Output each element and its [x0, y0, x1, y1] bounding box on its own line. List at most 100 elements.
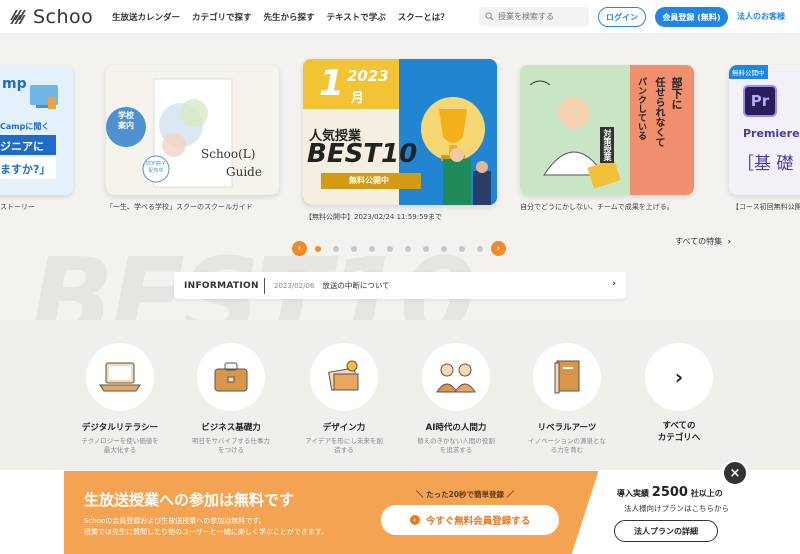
chevron-right-icon: ›: [674, 365, 684, 389]
logo-text: Schoo: [33, 5, 94, 28]
nav-text-learning[interactable]: テキストで学ぶ: [327, 11, 386, 23]
card3-ribbon: 無料公開中: [349, 176, 389, 185]
card4-v1: 部下に: [670, 77, 683, 110]
logo[interactable]: Schoo: [10, 6, 102, 28]
category-icon-circle: [533, 343, 601, 411]
category-desc: アイデアを形にし未来を創 造する: [305, 437, 383, 454]
feature-card-3[interactable]: 1 2023 月 人気授業 BEST10 無料公開中: [303, 59, 497, 205]
card1-line1: Campに聞く: [0, 122, 50, 131]
header: Schoo 生放送カレンダー カテゴリで探す 先生から探す テキストで学ぶ スク…: [0, 0, 800, 34]
corporate-sub: 法人様向けプランはこちらから: [624, 504, 729, 513]
card4-v3: パンクしている: [636, 77, 646, 140]
book-icon: [554, 360, 580, 394]
card5-free-badge: 無料公開中: [729, 65, 768, 79]
card2-title2: Guide: [226, 165, 262, 179]
chevron-right-icon: ›: [612, 279, 616, 289]
card1-caption[interactable]: ストーリー: [0, 202, 35, 212]
carousel-dot[interactable]: [369, 245, 375, 252]
information-date: 2023/02/06: [274, 281, 315, 290]
category-icon-circle: [86, 343, 154, 411]
carousel-dot[interactable]: [315, 245, 321, 252]
category-desc: テクノロジーを使い価値を 最大化する: [81, 437, 159, 454]
carousel-dots: [309, 245, 489, 252]
login-button[interactable]: ログイン: [598, 7, 646, 27]
card1-line2: ジニアに: [0, 140, 44, 153]
carousel-next-button[interactable]: ›: [491, 241, 506, 256]
category-title: デジタルリテラシー: [81, 423, 159, 433]
category-all[interactable]: › すべての カテゴリへ: [624, 343, 734, 445]
corporate-link[interactable]: 法人のお客様: [737, 11, 785, 22]
card2-title1: Schoo(L): [201, 147, 256, 161]
briefcase-icon: [214, 362, 248, 392]
banner-note: ＼ たった20秒で簡単登録 ／: [416, 490, 515, 499]
carousel-dot[interactable]: [405, 245, 411, 252]
category-ai-humanity[interactable]: AI時代の人間力 替えのきかない人間の役割 を追求する: [401, 343, 511, 455]
information-text: 放送の中断について: [322, 281, 390, 290]
close-banner-button[interactable]: ×: [722, 460, 748, 486]
card3-caption[interactable]: 【無料公開中】2023/02/24 11:59:59まで: [305, 212, 442, 222]
search-icon: [485, 12, 494, 21]
card3-year: 2023: [347, 67, 389, 85]
nav-category-search[interactable]: カテゴリで探す: [192, 11, 252, 23]
category-title: リベラルアーツ: [537, 423, 597, 433]
information-bar[interactable]: INFORMATION 2023/02/06 放送の中断について ›: [174, 272, 626, 299]
search-input[interactable]: [498, 12, 583, 21]
chevron-right-icon: ›: [727, 237, 731, 246]
category-business-basics[interactable]: ビジネス基礎力 明日をサバイブする仕事力 をつける: [176, 343, 286, 455]
free-signup-label: 今すぐ無料会員登録する: [425, 516, 531, 527]
category-title: デザイン力: [322, 423, 366, 433]
category-digital-literacy[interactable]: デジタルリテラシー テクノロジーを使い価値を 最大化する: [65, 343, 175, 455]
feature-card-4[interactable]: 部下に 任せられなくて パンクしている 対策授業: [520, 65, 694, 195]
nav-about-schoo[interactable]: スクーとは？: [398, 11, 449, 23]
carousel-prev-button[interactable]: ‹: [292, 241, 307, 256]
all-features-link[interactable]: すべての特集 ›: [675, 236, 731, 247]
people-icon: [436, 363, 476, 393]
card2-caption[interactable]: 「一生、学べる学校」スクーのスクールガイド: [106, 202, 253, 212]
category-title: すべての カテゴリへ: [657, 421, 701, 443]
free-signup-button[interactable]: › 今すぐ無料会員登録する: [381, 505, 559, 535]
card3-best-word: BEST: [307, 139, 382, 169]
design-icon: [328, 360, 359, 391]
category-icon-circle: [310, 343, 378, 411]
feature-card-1[interactable]: mp Campに聞く ジニアに ますか?」: [0, 65, 73, 195]
carousel-dot[interactable]: [441, 245, 447, 252]
category-icon-circle: [197, 343, 265, 411]
corporate-stat: 導入実績 2500 社以上の: [617, 485, 723, 500]
school-guide-badge: 学校 案内: [118, 111, 134, 130]
search-box[interactable]: [479, 7, 589, 26]
carousel-dot[interactable]: [459, 245, 465, 252]
banner-text: Schooの会員登録および生放送授業への参加は無料です。 授業では先生に質問した…: [84, 516, 328, 538]
category-liberal-arts[interactable]: リベラルアーツ イノベーションの源泉とな る力を育む: [512, 343, 622, 455]
divider: [264, 277, 265, 294]
information-label: INFORMATION: [184, 280, 259, 291]
card4-caption[interactable]: 自分でどうにかしない、チームで成果を上げる。: [520, 202, 674, 212]
register-button[interactable]: 会員登録 (無料): [655, 7, 728, 27]
feature-card-2[interactable]: 学校 案内 PDF冊子 配布中 Schoo(L) Guide: [106, 65, 279, 195]
carousel-dot[interactable]: [387, 245, 393, 252]
card1-line3: ますか?」: [0, 163, 51, 176]
card5-caption[interactable]: 【コース初回無料公開: [732, 202, 800, 212]
premiere-logo: Pr: [743, 85, 777, 117]
stat-pre: 導入実績: [617, 489, 649, 498]
carousel-dot[interactable]: [423, 245, 429, 252]
card5-kanji: ［基 礎: [737, 154, 794, 174]
carousel-dot[interactable]: [477, 245, 483, 252]
card3-ten: 10: [381, 139, 418, 169]
banner-text-line2: 授業では先生に質問したり他のユーザーと一緒に楽しく学ぶことができます。: [84, 527, 329, 536]
hero-carousel: BEST10 mp Campに聞く ジニアに ますか?」 ストーリー 学校 案内…: [0, 34, 800, 320]
schoo-logo-icon: [10, 9, 30, 25]
category-icon-circle: ›: [645, 343, 713, 411]
carousel-dot[interactable]: [333, 245, 339, 252]
nav-teacher-search[interactable]: 先生から探す: [264, 11, 315, 23]
card4-tag: 対策授業: [600, 127, 614, 163]
category-design[interactable]: デザイン力 アイデアを形にし未来を創 造する: [289, 343, 399, 455]
category-section: デジタルリテラシー テクノロジーを使い価値を 最大化する ビジネス基礎力 明日を…: [0, 320, 800, 470]
card3-month-num: 1: [319, 63, 345, 104]
nav-live-calendar[interactable]: 生放送カレンダー: [112, 11, 180, 23]
feature-card-5[interactable]: 無料公開中 Pr Premiere ［基 礎: [729, 65, 800, 195]
carousel-dot[interactable]: [351, 245, 357, 252]
corporate-plan-button[interactable]: 法人プランの詳細: [614, 520, 718, 542]
main-nav: 生放送カレンダー カテゴリで探す 先生から探す テキストで学ぶ スクーとは？: [112, 11, 461, 23]
arrow-right-icon: ›: [409, 515, 420, 525]
card3-month: 月: [351, 91, 365, 106]
